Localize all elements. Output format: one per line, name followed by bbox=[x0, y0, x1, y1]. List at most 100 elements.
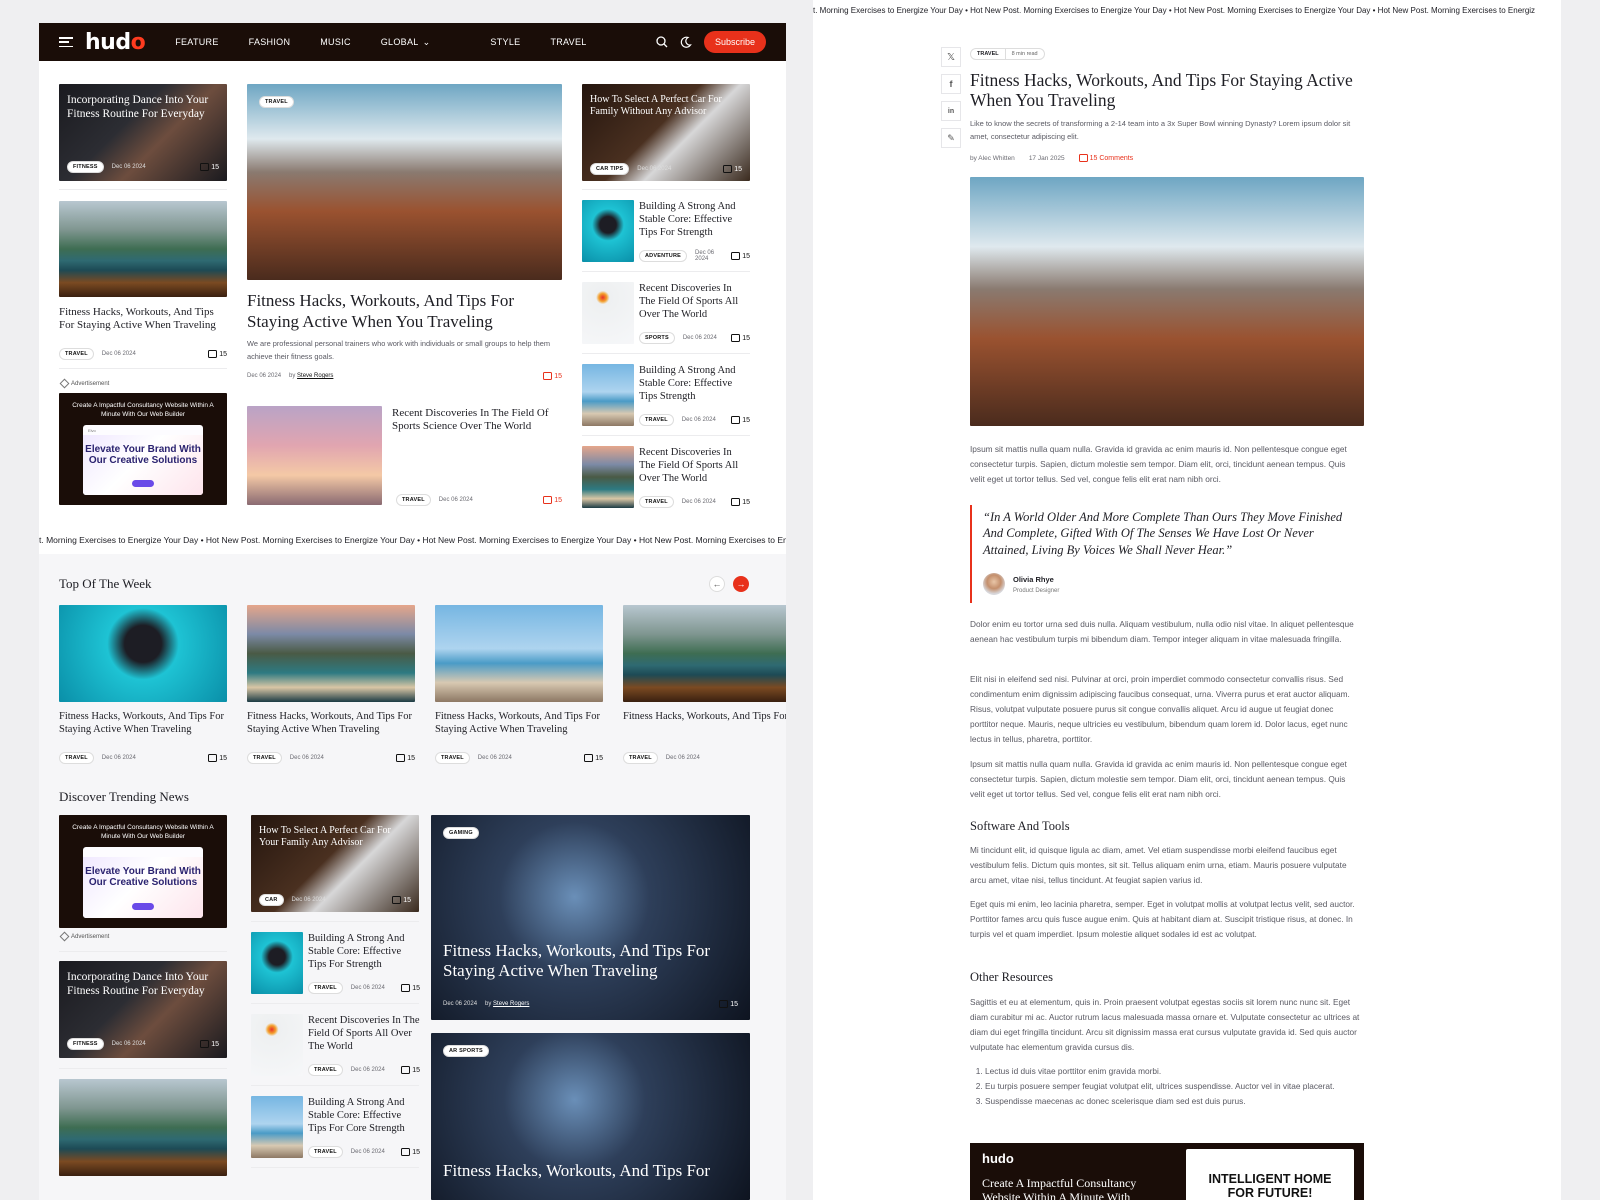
tag-chip[interactable]: FITNESS bbox=[67, 161, 104, 173]
moon-icon[interactable] bbox=[680, 36, 692, 48]
news-ticker[interactable]: t. Morning Exercises to Energize Your Da… bbox=[813, 6, 1561, 15]
article-page-preview: t. Morning Exercises to Energize Your Da… bbox=[813, 0, 1561, 1200]
nav-link-style[interactable]: STYLE bbox=[490, 37, 520, 48]
tag-chip[interactable]: FITNESS bbox=[67, 1038, 104, 1050]
share-x-button[interactable]: 𝕏 bbox=[941, 47, 961, 67]
lake-card-title[interactable]: Fitness Hacks, Workouts, And Tips For St… bbox=[59, 306, 227, 333]
list-item-title[interactable]: Recent Discoveries In The Field Of Sport… bbox=[308, 1015, 420, 1053]
week-card-title[interactable]: Fitness Hacks, Workouts, And Tips For St… bbox=[623, 711, 786, 724]
tag-chip[interactable]: SPORTS bbox=[639, 332, 675, 344]
list-item-title[interactable]: Building A Strong And Stable Core: Effec… bbox=[308, 933, 420, 971]
nav-link-fashion[interactable]: FASHION bbox=[249, 37, 291, 48]
nav-link-global[interactable]: GLOBAL ⌄ bbox=[381, 37, 461, 48]
tag-chip[interactable]: AR SPORTS bbox=[443, 1045, 489, 1057]
trending-big-card[interactable]: GAMING Fitness Hacks, Workouts, And Tips… bbox=[431, 815, 750, 1020]
tag-chip[interactable]: TRAVEL bbox=[308, 1146, 343, 1158]
quote-role: Product Designer bbox=[1013, 588, 1060, 594]
subscribe-button[interactable]: Subscribe bbox=[703, 31, 766, 53]
main-navbar: hudo FEATURE FASHION MUSIC GLOBAL ⌄ STYLE… bbox=[39, 23, 786, 61]
tag-chip[interactable]: CAR bbox=[259, 894, 284, 906]
week-card-image[interactable] bbox=[59, 605, 227, 702]
nav-link-travel[interactable]: TRAVEL bbox=[550, 37, 586, 48]
menu-icon[interactable] bbox=[59, 37, 73, 47]
dance-card[interactable]: Incorporating Dance Into Your Fitness Ro… bbox=[59, 84, 227, 181]
list-item-thumb[interactable] bbox=[251, 1014, 303, 1076]
week-card-title[interactable]: Fitness Hacks, Workouts, And Tips For St… bbox=[59, 711, 227, 737]
post-date: Dec 06 2024 bbox=[350, 1067, 385, 1073]
week-card-image[interactable] bbox=[435, 605, 603, 702]
list-item-thumb[interactable] bbox=[582, 282, 634, 344]
article-comments-link[interactable]: 15 Comments bbox=[1079, 154, 1134, 162]
search-icon[interactable] bbox=[656, 36, 668, 48]
chevron-down-icon: ⌄ bbox=[422, 36, 431, 47]
share-edit-button[interactable]: ✎ bbox=[941, 128, 961, 148]
list-item-title[interactable]: Recent Discoveries In The Field Of Sport… bbox=[639, 283, 749, 321]
list-item-title[interactable]: Building A Strong And Stable Core: Effec… bbox=[308, 1097, 420, 1135]
trending-heading: Discover Trending News bbox=[59, 789, 189, 804]
share-linkedin-button[interactable]: in bbox=[941, 101, 961, 121]
dance-card[interactable]: Incorporating Dance Into Your Fitness Ro… bbox=[59, 961, 227, 1058]
featured-title[interactable]: Fitness Hacks, Workouts, And Tips For St… bbox=[247, 291, 557, 332]
tag-chip[interactable]: TRAVEL bbox=[259, 96, 294, 108]
share-facebook-button[interactable]: f bbox=[941, 74, 961, 94]
list-item-title[interactable]: Building A Strong And Stable Core: Effec… bbox=[639, 365, 749, 403]
dance-card-title: Incorporating Dance Into Your Fitness Ro… bbox=[67, 94, 209, 120]
week-card-image[interactable] bbox=[623, 605, 786, 702]
comment-count: 15 bbox=[731, 416, 750, 424]
carousel-next-button[interactable]: → bbox=[733, 576, 749, 592]
week-card-title[interactable]: Fitness Hacks, Workouts, And Tips For St… bbox=[435, 711, 603, 737]
list-item-thumb[interactable] bbox=[582, 446, 634, 508]
post-date: Dec 06 2024 bbox=[247, 373, 282, 379]
article-paragraph: Eget quis mi enim, leo lacinia pharetra,… bbox=[970, 899, 1355, 939]
sub-feature-title[interactable]: Recent Discoveries In The Field Of Sport… bbox=[392, 407, 557, 434]
car-card[interactable]: How To Select A Perfect Car For Your Fam… bbox=[251, 815, 419, 912]
comment-count: 15 bbox=[543, 496, 562, 504]
lake-image[interactable] bbox=[59, 201, 227, 297]
tag-chip[interactable]: TRAVEL bbox=[435, 752, 470, 764]
tag-chip[interactable]: TRAVEL bbox=[639, 414, 674, 426]
tag-chip[interactable]: TRAVEL bbox=[308, 1064, 343, 1076]
site-logo[interactable]: hudo bbox=[85, 30, 146, 55]
author-link[interactable]: Steve Rogers bbox=[493, 1001, 529, 1007]
post-date: Dec 06 2024 bbox=[477, 755, 512, 761]
post-date: Dec 06 2024 bbox=[111, 1041, 146, 1047]
post-date: Dec 06 2024 bbox=[637, 166, 672, 172]
ad-headline: Create A Impactful Consultancy Website W… bbox=[72, 402, 214, 418]
tag-chip[interactable]: TRAVEL bbox=[308, 982, 343, 994]
nav-link-music[interactable]: MUSIC bbox=[320, 37, 351, 48]
car-card[interactable]: How To Select A Perfect Car For Family W… bbox=[582, 84, 750, 181]
list-item-thumb[interactable] bbox=[251, 1096, 303, 1158]
news-ticker[interactable]: t. Morning Exercises to Energize Your Da… bbox=[39, 535, 786, 545]
list-item-thumb[interactable] bbox=[582, 364, 634, 426]
ad-banner[interactable]: Create A Impactful Consultancy Website W… bbox=[59, 815, 227, 928]
tag-chip[interactable]: TRAVEL bbox=[639, 496, 674, 508]
article-author[interactable]: by Alec Whitten bbox=[970, 155, 1015, 162]
week-card-title[interactable]: Fitness Hacks, Workouts, And Tips For St… bbox=[247, 711, 415, 737]
carousel-prev-button[interactable]: ← bbox=[709, 576, 725, 592]
comment-count: 15 bbox=[719, 1000, 738, 1008]
week-card-image[interactable] bbox=[247, 605, 415, 702]
tag-chip[interactable]: GAMING bbox=[443, 827, 479, 839]
article-ad-banner[interactable]: hudo Create A Impactful Consultancy Webs… bbox=[970, 1143, 1364, 1200]
tag-chip[interactable]: CAR TIPS bbox=[590, 163, 630, 175]
car-card-title: How To Select A Perfect Car For Your Fam… bbox=[259, 825, 391, 848]
list-item-title[interactable]: Building A Strong And Stable Core: Effec… bbox=[639, 201, 749, 239]
tag-chip[interactable]: ADVENTURE bbox=[639, 250, 688, 262]
list-item-thumb[interactable] bbox=[582, 200, 634, 262]
author-link[interactable]: Steve Rogers bbox=[297, 373, 333, 379]
tag-chip[interactable]: TRAVEL bbox=[971, 49, 1006, 59]
featured-image[interactable]: TRAVEL bbox=[247, 84, 562, 280]
tag-chip[interactable]: TRAVEL bbox=[247, 752, 282, 764]
sub-feature-image[interactable] bbox=[247, 406, 382, 505]
tag-chip[interactable]: TRAVEL bbox=[59, 752, 94, 764]
lake-image[interactable] bbox=[59, 1079, 227, 1176]
list-item-thumb[interactable] bbox=[251, 932, 303, 994]
trending-big-card-2[interactable]: AR SPORTS Fitness Hacks, Workouts, And T… bbox=[431, 1033, 750, 1200]
article-paragraph: Ipsum sit mattis nulla quam nulla. Gravi… bbox=[970, 759, 1347, 799]
list-item-title[interactable]: Recent Discoveries In The Field Of Sport… bbox=[639, 447, 749, 485]
ad-banner[interactable]: Create A Impactful Consultancy Website W… bbox=[59, 393, 227, 505]
tag-chip[interactable]: TRAVEL bbox=[396, 494, 431, 506]
tag-chip[interactable]: TRAVEL bbox=[59, 348, 94, 360]
nav-link-feature[interactable]: FEATURE bbox=[175, 37, 218, 48]
tag-chip[interactable]: TRAVEL bbox=[623, 752, 658, 764]
